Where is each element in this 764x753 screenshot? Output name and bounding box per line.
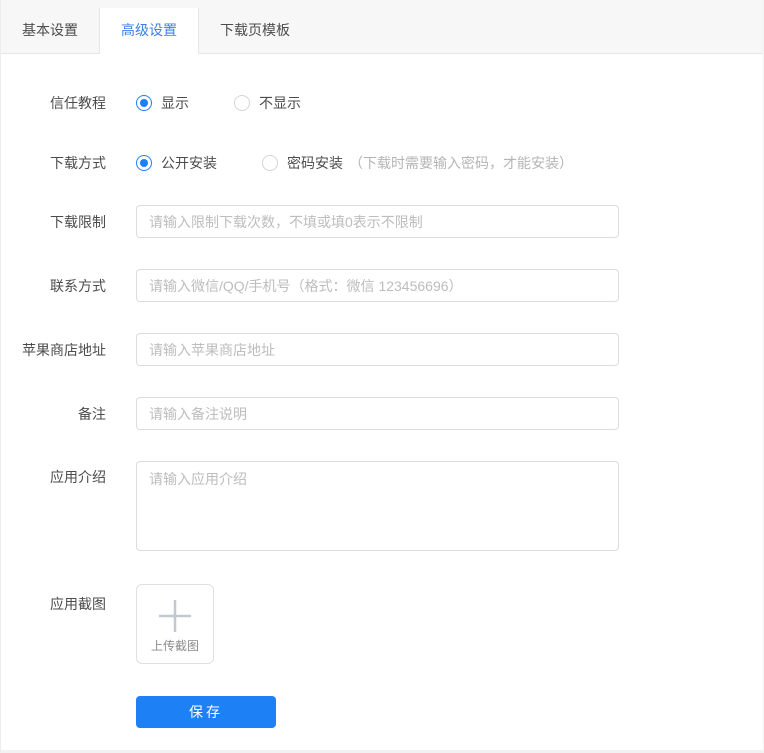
download-method-label: 下载方式 — [50, 155, 106, 171]
app-screenshot-label: 应用截图 — [50, 596, 106, 612]
app-intro-label: 应用介绍 — [50, 469, 106, 485]
radio-password-install-label: 密码安装 — [287, 155, 343, 171]
advanced-settings-form: 信任教程 显示 不显示 下载方式 公开安装 密码安装 （下载时需要输入密码，才能… — [1, 54, 763, 728]
remark-row: 备注 — [1, 397, 763, 430]
radio-show-label: 显示 — [161, 95, 189, 111]
plus-icon — [159, 600, 191, 632]
apple-store-label: 苹果商店地址 — [22, 341, 106, 358]
tab-download-page-template[interactable]: 下载页模板 — [199, 8, 311, 53]
contact-label: 联系方式 — [50, 277, 106, 294]
download-limit-row: 下载限制 — [1, 205, 763, 238]
radio-show-icon[interactable] — [136, 95, 152, 111]
trust-tutorial-options: 显示 不显示 — [136, 93, 301, 113]
radio-password-install[interactable]: 密码安装 — [262, 153, 343, 173]
upload-screenshot-button[interactable]: 上传截图 — [136, 584, 214, 664]
trust-tutorial-row: 信任教程 显示 不显示 — [1, 93, 763, 113]
app-screenshot-row: 应用截图 上传截图 — [1, 584, 763, 664]
radio-hide-icon[interactable] — [234, 95, 250, 111]
remark-input[interactable] — [136, 397, 619, 430]
radio-password-install-icon[interactable] — [262, 155, 278, 171]
app-intro-textarea[interactable] — [136, 461, 619, 551]
contact-input[interactable] — [136, 269, 619, 302]
radio-show[interactable]: 显示 — [136, 93, 189, 113]
save-button[interactable]: 保存 — [136, 696, 276, 728]
apple-store-input[interactable] — [136, 333, 619, 366]
download-limit-label: 下载限制 — [50, 213, 106, 230]
remark-label: 备注 — [78, 405, 106, 422]
apple-store-row: 苹果商店地址 — [1, 333, 763, 366]
password-install-hint: （下载时需要输入密码，才能安装） — [349, 155, 573, 171]
radio-public-install-icon[interactable] — [136, 155, 152, 171]
settings-panel: 基本设置 高级设置 下载页模板 信任教程 显示 不显示 下载方式 公开安装 密码… — [0, 0, 764, 753]
trust-tutorial-label: 信任教程 — [50, 95, 106, 111]
tab-bar: 基本设置 高级设置 下载页模板 — [1, 0, 763, 54]
download-method-options: 公开安装 密码安装 （下载时需要输入密码，才能安装） — [136, 153, 573, 173]
tab-basic-settings[interactable]: 基本设置 — [1, 8, 99, 53]
download-method-row: 下载方式 公开安装 密码安装 （下载时需要输入密码，才能安装） — [1, 153, 763, 173]
radio-public-install[interactable]: 公开安装 — [136, 153, 217, 173]
radio-hide-label: 不显示 — [259, 95, 301, 111]
radio-hide[interactable]: 不显示 — [234, 93, 301, 113]
upload-screenshot-text: 上传截图 — [150, 639, 199, 653]
radio-public-install-label: 公开安装 — [161, 155, 217, 171]
download-limit-input[interactable] — [136, 205, 619, 238]
tab-advanced-settings[interactable]: 高级设置 — [99, 8, 199, 54]
app-intro-row: 应用介绍 — [1, 461, 763, 551]
contact-row: 联系方式 — [1, 269, 763, 302]
